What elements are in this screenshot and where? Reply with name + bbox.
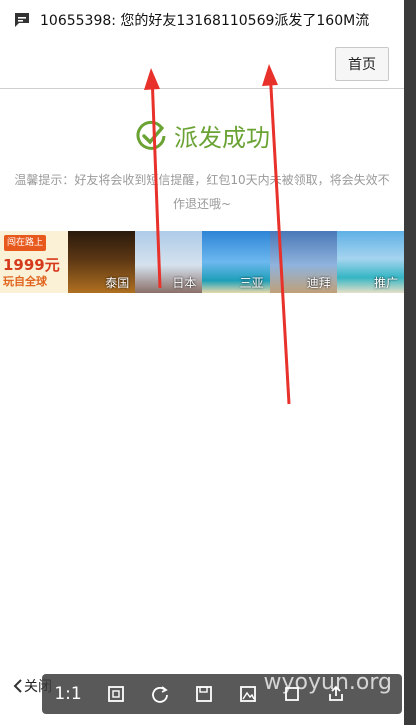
annotation-arrow-left	[150, 73, 162, 289]
annotation-arrowhead-right	[262, 64, 278, 86]
annotation-arrows	[144, 64, 291, 405]
annotation-arrowhead-left	[144, 68, 160, 90]
annotation-arrow-right	[268, 69, 291, 405]
